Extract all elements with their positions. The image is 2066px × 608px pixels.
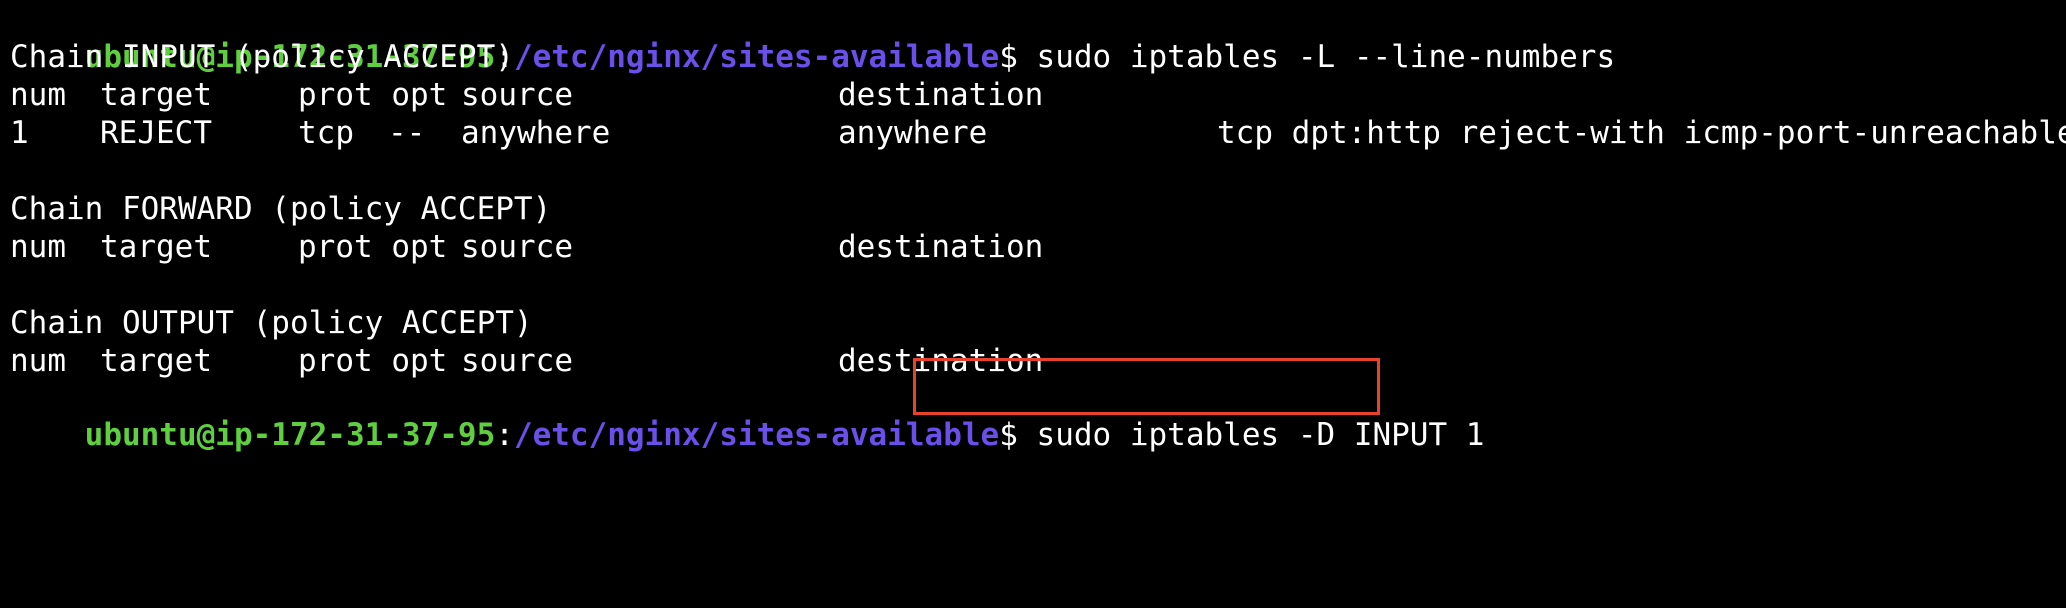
header-target: target: [100, 229, 212, 265]
command-highlight-box: [913, 358, 1380, 415]
command-list-rules: sudo iptables -L --line-numbers: [1017, 39, 1616, 75]
chain-forward-title: Chain FORWARD (policy ACCEPT): [10, 191, 552, 227]
rule-source: anywhere: [461, 115, 611, 151]
header-destination: destination: [838, 229, 1044, 265]
header-prot-opt: prot opt: [298, 343, 448, 379]
rule-num: 1: [10, 115, 29, 151]
rule-extra: tcp dpt:http reject-with icmp-port-unrea…: [1217, 115, 2066, 151]
prompt-user-host: ubuntu@ip-172-31-37-95: [84, 417, 496, 453]
prompt-symbol: $: [999, 39, 1018, 75]
prompt-path: /etc/nginx/sites-available: [513, 417, 1000, 453]
prompt-colon: :: [495, 417, 514, 453]
prompt-symbol: $: [999, 417, 1018, 453]
rule-prot: tcp: [298, 115, 354, 151]
terminal-window[interactable]: ubuntu@ip-172-31-37-95:/etc/nginx/sites-…: [10, 0, 2066, 453]
rule-target: REJECT: [100, 115, 212, 151]
chain-forward-header-row: num target prot opt source destination: [10, 228, 2066, 266]
prompt-line-1: ubuntu@ip-172-31-37-95:/etc/nginx/sites-…: [10, 0, 1615, 75]
rule-opt: --: [388, 115, 426, 151]
header-target: target: [100, 77, 212, 113]
chain-input-header-row: num target prot opt source destination: [10, 76, 2066, 114]
header-source: source: [461, 229, 573, 265]
header-num: num: [10, 229, 66, 265]
header-num: num: [10, 77, 66, 113]
header-destination: destination: [838, 77, 1044, 113]
rule-row: 1 REJECT tcp -- anywhere anywhere tcp dp…: [10, 114, 2066, 152]
header-source: source: [461, 343, 573, 379]
header-num: num: [10, 343, 66, 379]
header-source: source: [461, 77, 573, 113]
header-prot-opt: prot opt: [298, 229, 448, 265]
header-prot-opt: prot opt: [298, 77, 448, 113]
chain-output-title: Chain OUTPUT (policy ACCEPT): [10, 305, 533, 341]
chain-input-title: Chain INPUT (policy ACCEPT): [10, 39, 514, 75]
rule-destination: anywhere: [838, 115, 988, 151]
command-delete-rule: sudo iptables -D INPUT 1: [1017, 417, 1485, 453]
prompt-path: /etc/nginx/sites-available: [513, 39, 1000, 75]
header-target: target: [100, 343, 212, 379]
